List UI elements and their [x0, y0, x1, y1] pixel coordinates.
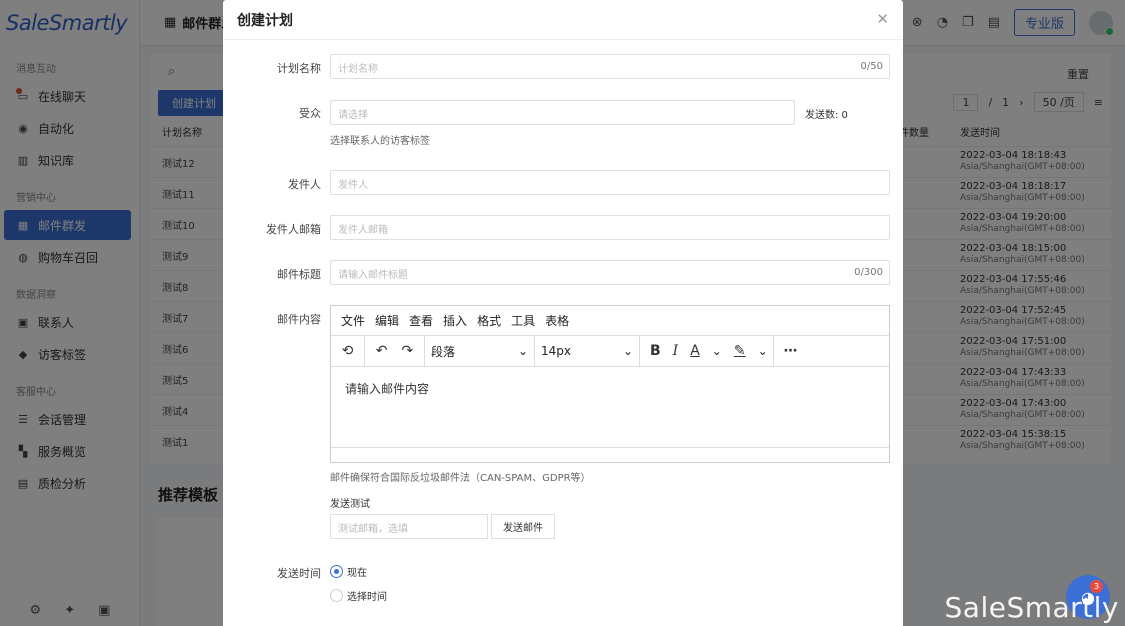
chevron-down-icon[interactable]: ⌄ — [712, 344, 722, 358]
send-test-label: 发送测试 — [330, 499, 370, 510]
audience-placeholder: 请选择 — [338, 110, 368, 121]
close-icon[interactable]: ✕ — [876, 10, 889, 28]
bold-icon[interactable]: B — [650, 343, 661, 359]
undo-icon[interactable]: ↶ — [376, 343, 388, 359]
history-icon[interactable]: ⟲ — [342, 343, 354, 359]
subject-input[interactable]: 请输入邮件标题 0/300 — [330, 260, 890, 285]
highlight-icon[interactable]: ✎ — [734, 343, 746, 359]
rich-text-editor: 文件 编辑 查看 插入 格式 工具 表格 ⟲ ↶ ↷ 段落 ⌄ 14px ⌄ B… — [330, 305, 890, 463]
text-color-icon[interactable]: A — [690, 343, 700, 359]
radio-label: 现在 — [347, 568, 367, 579]
toolbar-group-undo: ↶ ↷ — [365, 336, 425, 366]
toolbar-group-more: ⋯ — [774, 336, 803, 366]
subject-counter: 0/300 — [854, 267, 883, 278]
toolbar-group-format: B I A ⌄ ✎ ⌄ — [640, 336, 774, 366]
radio-label: 选择时间 — [347, 592, 387, 603]
block-format-select[interactable]: 段落 ⌄ — [425, 336, 535, 366]
test-email-input[interactable]: 测试邮箱，选填 — [330, 514, 488, 539]
radio-now[interactable]: 现在 — [330, 564, 367, 579]
plan-name-label: 计划名称 — [277, 62, 321, 75]
chevron-down-icon: ⌄ — [517, 344, 528, 358]
content-hint: 邮件确保符合国际反垃圾邮件法（CAN-SPAM、GDPR等） — [330, 473, 591, 484]
more-icon[interactable]: ⋯ — [784, 343, 798, 359]
send-time-label: 发送时间 — [277, 567, 321, 580]
menu-tools[interactable]: 工具 — [511, 312, 535, 329]
subject-label: 邮件标题 — [277, 268, 321, 281]
plan-name-input[interactable]: 计划名称 0/50 — [330, 54, 890, 79]
plan-name-placeholder: 计划名称 — [338, 64, 378, 75]
editor-placeholder: 请输入邮件内容 — [345, 382, 430, 396]
audience-hint: 选择联系人的访客标签 — [330, 136, 430, 147]
menu-insert[interactable]: 插入 — [443, 312, 467, 329]
redo-icon[interactable]: ↷ — [402, 343, 414, 359]
sender-label: 发件人 — [288, 178, 321, 191]
editor-statusbar — [331, 447, 889, 462]
radio-checked-icon — [330, 565, 343, 578]
audience-select[interactable]: 请选择 — [330, 100, 795, 125]
sender-placeholder: 发件人 — [338, 180, 368, 191]
chevron-down-icon: ⌄ — [622, 344, 633, 358]
send-count: 发送数: 0 — [805, 110, 848, 121]
menu-format[interactable]: 格式 — [477, 312, 501, 329]
toolbar-group-history: ⟲ — [331, 336, 365, 366]
menu-view[interactable]: 查看 — [409, 312, 433, 329]
watermark: SaleSmartly — [944, 591, 1119, 624]
editor-toolbar: ⟲ ↶ ↷ 段落 ⌄ 14px ⌄ B I A ⌄ ✎ ⌄ ⋯ — [331, 336, 889, 367]
menu-file[interactable]: 文件 — [341, 312, 365, 329]
sender-email-label: 发件人邮箱 — [266, 223, 321, 236]
radio-choose-time[interactable]: 选择时间 — [330, 588, 387, 603]
radio-unchecked-icon — [330, 589, 343, 602]
test-email-placeholder: 测试邮箱，选填 — [338, 524, 408, 535]
subject-placeholder: 请输入邮件标题 — [338, 270, 408, 281]
sender-email-input[interactable]: 发件人邮箱 — [330, 215, 890, 240]
font-size-select[interactable]: 14px ⌄ — [535, 336, 640, 366]
font-size-value: 14px — [541, 344, 571, 358]
block-format-value: 段落 — [431, 344, 456, 359]
audience-label: 受众 — [299, 107, 321, 120]
send-email-button[interactable]: 发送邮件 — [491, 514, 555, 539]
menu-table[interactable]: 表格 — [545, 312, 569, 329]
content-label: 邮件内容 — [277, 313, 321, 326]
italic-icon[interactable]: I — [673, 343, 679, 359]
menu-edit[interactable]: 编辑 — [375, 312, 399, 329]
editor-menubar: 文件 编辑 查看 插入 格式 工具 表格 — [331, 306, 889, 336]
modal-header: 创建计划 ✕ — [223, 0, 903, 40]
modal-title: 创建计划 — [237, 12, 293, 29]
chevron-down-icon[interactable]: ⌄ — [758, 344, 768, 358]
sender-input[interactable]: 发件人 — [330, 170, 890, 195]
plan-name-counter: 0/50 — [860, 61, 883, 72]
create-plan-modal: 创建计划 ✕ 计划名称 计划名称 0/50 受众 请选择 发送数: 0 选择联系… — [223, 0, 903, 626]
sender-email-placeholder: 发件人邮箱 — [338, 225, 388, 236]
editor-content-area[interactable]: 请输入邮件内容 — [331, 367, 889, 447]
